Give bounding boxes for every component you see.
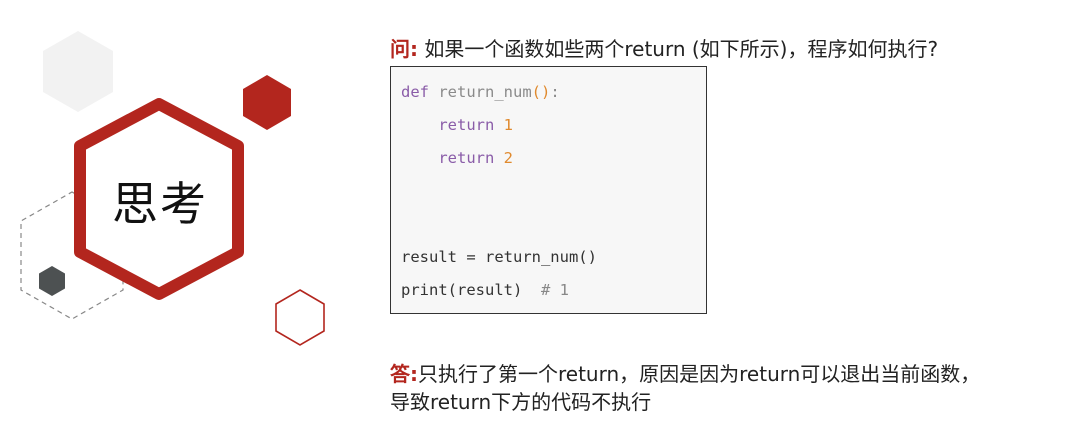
question-label: 问: [390,37,418,61]
code-block: def return_num(): return 1 return 2 resu… [390,66,707,314]
code-keyword: return [438,149,495,167]
code-paren-open: ( [531,83,541,101]
answer-line-1: 答:只执行了第一个return，原因是因为return可以退出当前函数， [390,360,1050,388]
answer-body-1: 只执行了第一个return，原因是因为return可以退出当前函数， [418,362,981,386]
question-text: 问: 如果一个函数如些两个return (如下所示)，程序如何执行? [390,33,938,62]
red-filled-hexagon [243,75,291,130]
code-line-3: return 2 [401,149,513,167]
code-paren-close: ) [541,83,551,101]
answer-line-2: 导致return下方的代码不执行 [390,390,652,414]
thinking-badge-label: 思考 [112,177,208,231]
answer-label: 答: [390,362,418,386]
code-number: 1 [503,116,514,134]
code-line-1: def return_num(): [401,83,560,101]
answer-text: 答:只执行了第一个return，原因是因为return可以退出当前函数， 导致r… [390,360,1050,416]
code-function-name: return_num [429,83,532,101]
red-outline-hexagon [275,289,325,346]
code-keyword: return [438,116,495,134]
question-body: 如果一个函数如些两个return (如下所示)，程序如何执行? [418,37,939,61]
code-line-4: result = return_num() [401,248,597,266]
code-line-5: print(result) # 1 [401,281,569,299]
small-dark-hexagon [39,266,65,296]
code-keyword: def [401,83,429,101]
code-statement: print(result) [401,281,523,299]
code-colon: : [550,83,560,101]
light-gray-hexagon [43,31,113,112]
code-line-2: return 1 [401,116,513,134]
code-number: 2 [503,149,514,167]
code-comment: # 1 [541,281,569,299]
